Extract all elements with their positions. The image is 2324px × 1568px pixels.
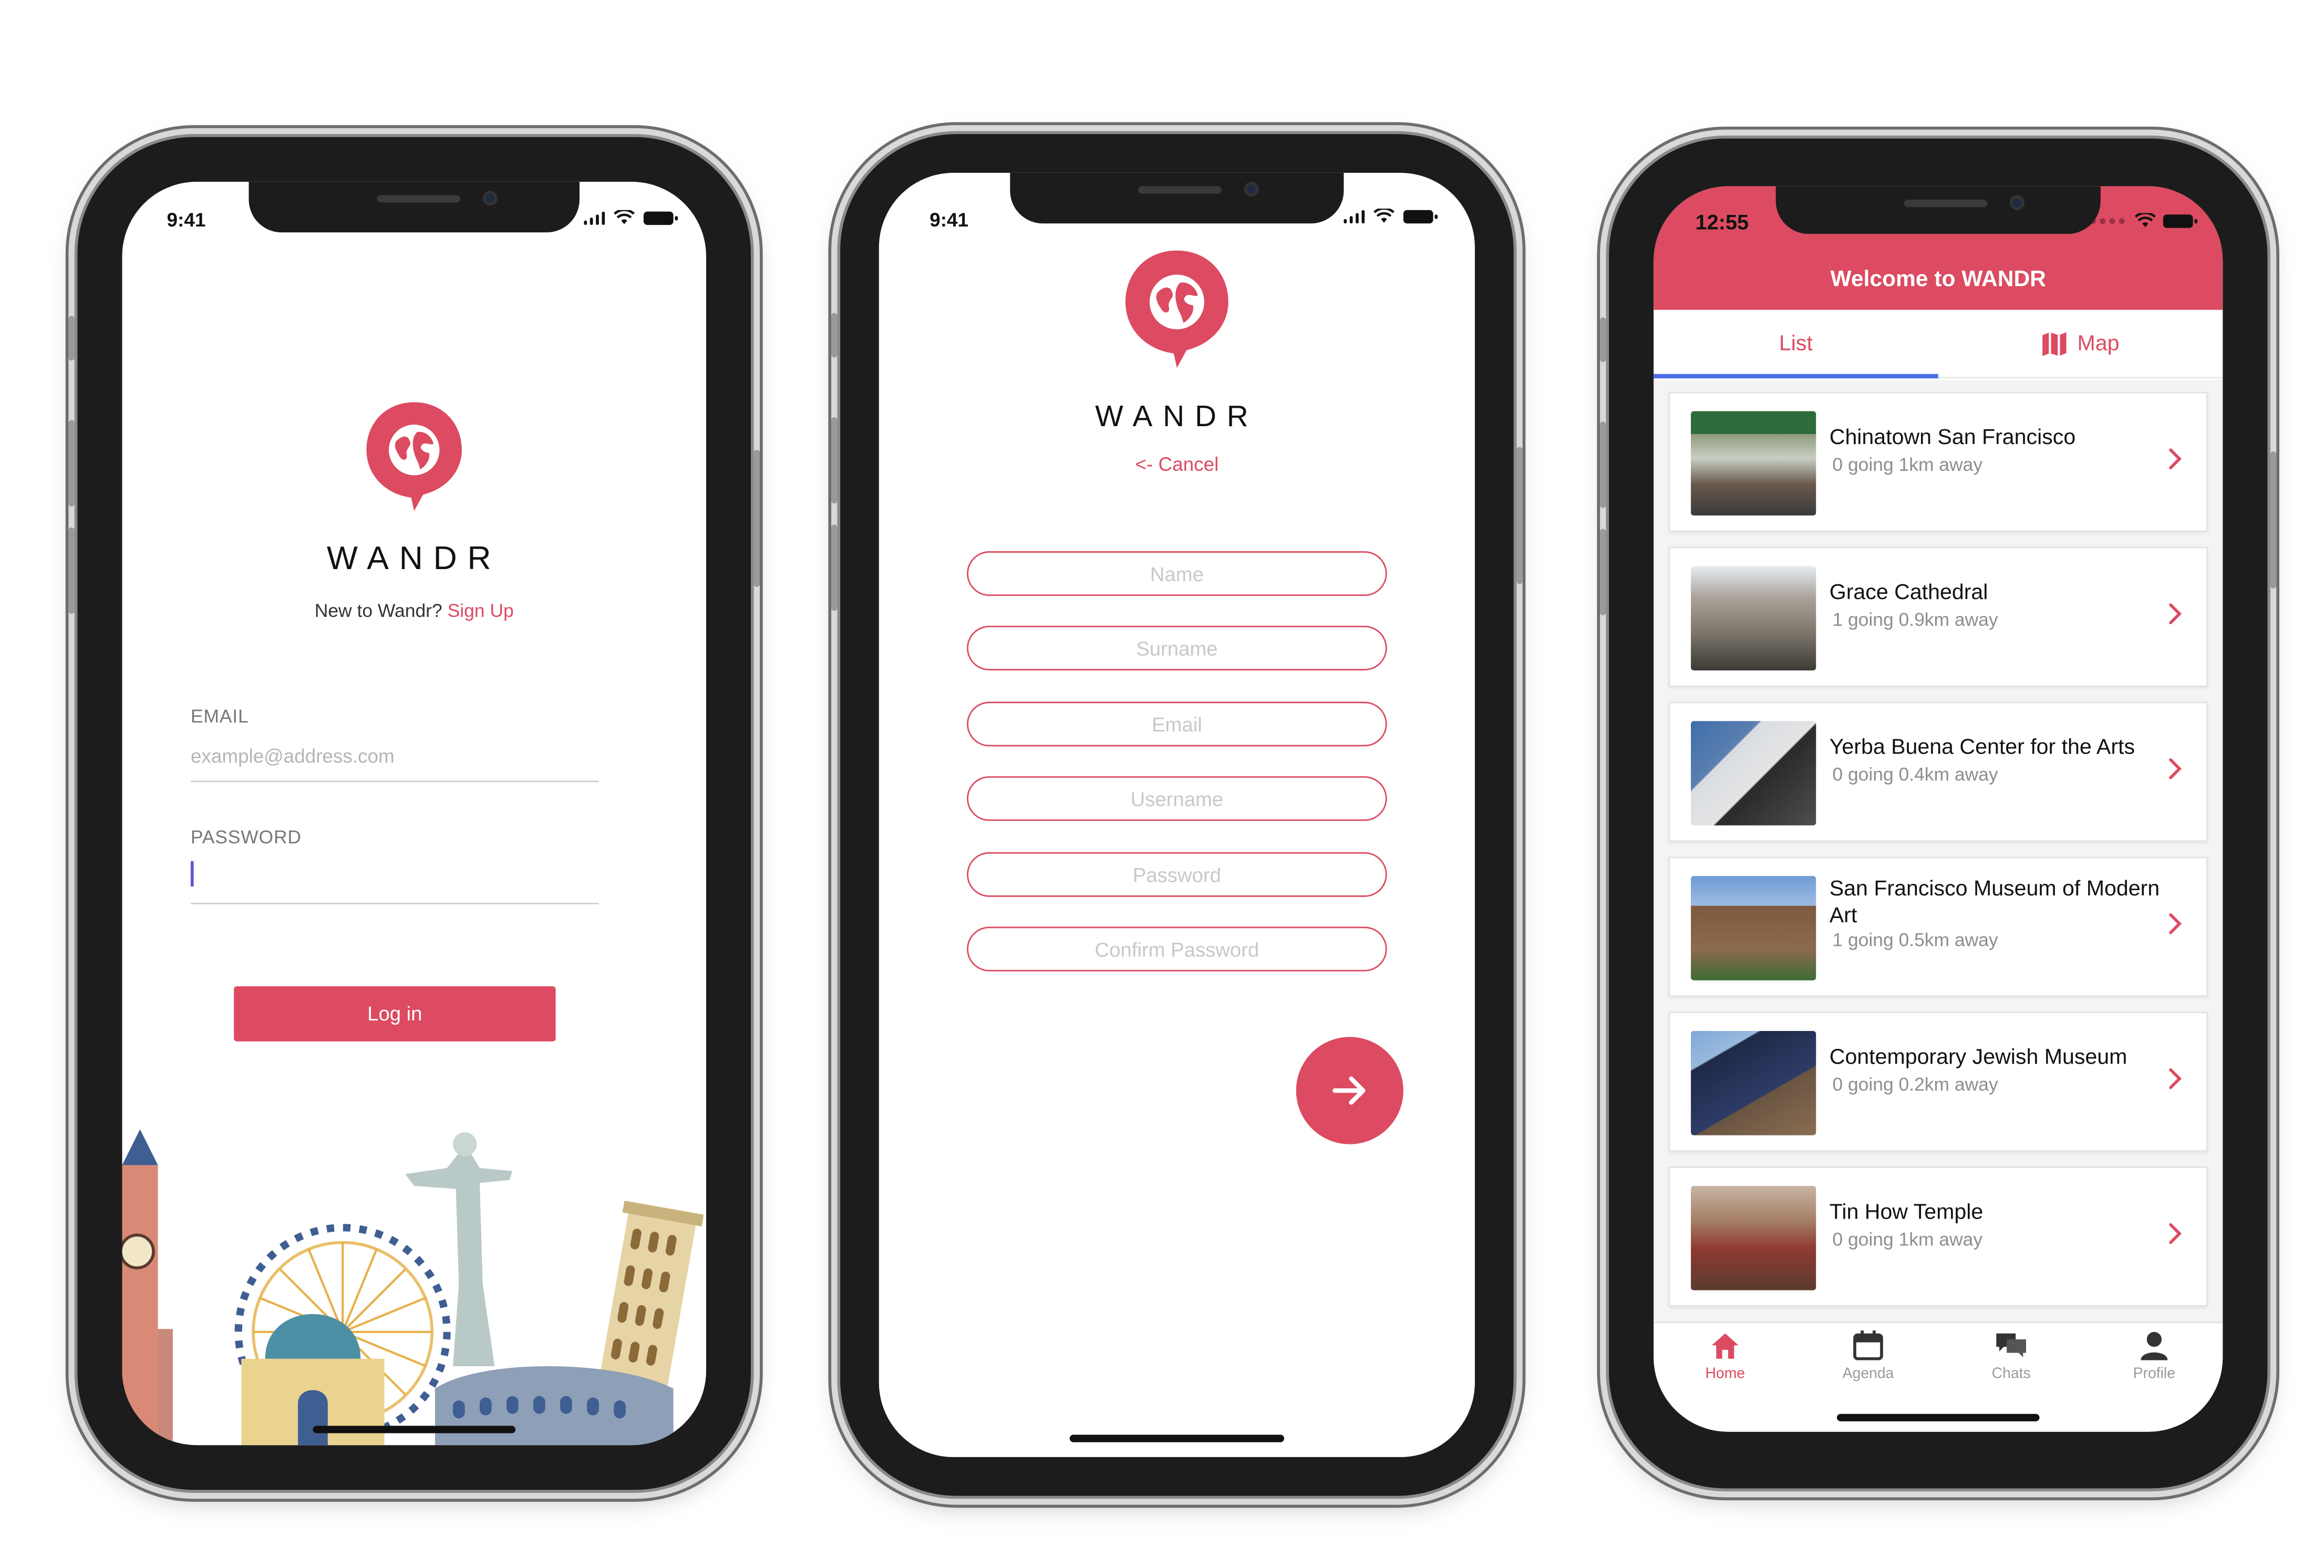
wifi-icon bbox=[1373, 208, 1395, 223]
password-field[interactable] bbox=[190, 861, 194, 887]
person-icon bbox=[2141, 1332, 2168, 1360]
chevron-right-icon bbox=[2169, 603, 2182, 624]
name-field[interactable] bbox=[967, 551, 1387, 596]
battery-icon bbox=[643, 211, 678, 225]
signal-icon bbox=[583, 210, 605, 225]
wifi-icon bbox=[614, 210, 635, 224]
calendar-icon bbox=[1853, 1330, 1883, 1360]
arrow-right-icon bbox=[1333, 1076, 1366, 1105]
home-indicator bbox=[1069, 1435, 1285, 1442]
wandr-logo-icon bbox=[1125, 250, 1228, 368]
place-name: Chinatown San Francisco bbox=[1829, 426, 2076, 450]
list-item[interactable]: Contemporary Jewish Museum 0 going 0.2km… bbox=[1668, 1012, 2208, 1152]
place-name: San Francisco Museum of Modern Art bbox=[1829, 877, 2160, 929]
active-tab-indicator bbox=[1654, 374, 1938, 379]
wifi-icon bbox=[2134, 213, 2156, 228]
tabbar-agenda[interactable]: Agenda bbox=[1796, 1330, 1939, 1383]
cancel-link[interactable]: <- Cancel bbox=[879, 453, 1475, 476]
email-underline bbox=[190, 780, 599, 782]
chevron-right-icon bbox=[2169, 1068, 2182, 1089]
signup-prompt: New to Wandr? Sign Up bbox=[122, 601, 706, 622]
place-thumbnail bbox=[1691, 1185, 1816, 1291]
mockup-stage: 9:41 WANDR New to Wandr? Sign Up EMAIL e… bbox=[0, 0, 2324, 1567]
status-time: 9:41 bbox=[167, 208, 206, 231]
password-label: PASSWORD bbox=[190, 827, 302, 848]
tab-list-label: List bbox=[1779, 332, 1813, 356]
phone-signup: 9:41 WANDR <- Cancel bbox=[831, 134, 1523, 1496]
list-item[interactable]: San Francisco Museum of Modern Art 1 goi… bbox=[1668, 857, 2208, 997]
next-button[interactable] bbox=[1296, 1037, 1403, 1144]
tab-map[interactable]: Map bbox=[1938, 310, 2223, 378]
place-name: Grace Cathedral bbox=[1829, 581, 1988, 605]
username-field[interactable] bbox=[967, 776, 1387, 821]
map-icon bbox=[2043, 332, 2067, 356]
login-button[interactable]: Log in bbox=[234, 986, 556, 1041]
app-name: WANDR bbox=[1095, 400, 1259, 434]
place-status: 0 going 0.4km away bbox=[1832, 764, 1998, 786]
list-item[interactable]: Tin How Temple 0 going 1km away bbox=[1668, 1167, 2208, 1307]
home-icon bbox=[1711, 1333, 1739, 1359]
place-name: Contemporary Jewish Museum bbox=[1829, 1046, 2127, 1070]
tab-list[interactable]: List bbox=[1654, 310, 1938, 378]
tabbar-chats[interactable]: Chats bbox=[1940, 1330, 2083, 1383]
place-status: 0 going 1km away bbox=[1832, 454, 1983, 476]
chevron-right-icon bbox=[2169, 913, 2182, 934]
place-thumbnail bbox=[1691, 566, 1816, 670]
places-list: Chinatown San Francisco 0 going 1km away… bbox=[1654, 380, 2223, 1322]
wandr-logo-icon bbox=[366, 402, 462, 511]
surname-field[interactable] bbox=[967, 625, 1387, 670]
password-field[interactable] bbox=[967, 852, 1387, 897]
password-underline bbox=[190, 903, 599, 905]
tab-map-label: Map bbox=[2077, 332, 2120, 356]
list-item[interactable]: Yerba Buena Center for the Arts 0 going … bbox=[1668, 702, 2208, 842]
signup-link[interactable]: Sign Up bbox=[448, 601, 514, 622]
tabbar-profile[interactable]: Profile bbox=[2083, 1330, 2223, 1383]
tabbar-home-label: Home bbox=[1705, 1366, 1745, 1383]
status-time: 9:41 bbox=[929, 208, 969, 231]
tabbar-home[interactable]: Home bbox=[1654, 1330, 1796, 1383]
chevron-right-icon bbox=[2169, 448, 2182, 470]
landmarks-illustration bbox=[122, 1129, 704, 1446]
view-tabs: List Map bbox=[1654, 310, 2223, 379]
screen-signup: 9:41 WANDR <- Cancel bbox=[879, 172, 1475, 1457]
place-thumbnail bbox=[1691, 876, 1816, 981]
confirm-password-field[interactable] bbox=[967, 926, 1387, 972]
chevron-right-icon bbox=[2169, 1223, 2182, 1244]
header-title: Welcome to WANDR bbox=[1830, 266, 2046, 292]
signal-icon bbox=[1343, 209, 1365, 224]
place-name: Yerba Buena Center for the Arts bbox=[1829, 736, 2135, 760]
screen-login: 9:41 WANDR New to Wandr? Sign Up EMAIL e… bbox=[122, 181, 706, 1446]
status-icons: ●●●● bbox=[2089, 213, 2198, 228]
app-name: WANDR bbox=[326, 539, 502, 577]
battery-icon bbox=[1403, 210, 1438, 224]
place-thumbnail bbox=[1691, 411, 1816, 516]
place-status: 0 going 0.2km away bbox=[1832, 1074, 1998, 1095]
email-label: EMAIL bbox=[190, 706, 249, 727]
place-name: Tin How Temple bbox=[1829, 1201, 1984, 1225]
screen-list: 12:55 ●●●● Welcome to WANDR List Map Chi… bbox=[1654, 186, 2223, 1432]
home-indicator bbox=[313, 1426, 516, 1433]
battery-icon bbox=[2163, 213, 2198, 228]
chat-icon bbox=[1996, 1333, 2027, 1357]
email-field[interactable] bbox=[967, 702, 1387, 747]
home-indicator bbox=[1836, 1414, 2040, 1421]
new-to-wandr-text: New to Wandr? bbox=[314, 600, 442, 622]
tabbar-chats-label: Chats bbox=[1991, 1366, 2031, 1383]
phone-login: 9:41 WANDR New to Wandr? Sign Up EMAIL e… bbox=[68, 137, 760, 1490]
place-status: 1 going 0.9km away bbox=[1832, 609, 1998, 631]
place-status: 0 going 1km away bbox=[1832, 1229, 1983, 1250]
tabbar-profile-label: Profile bbox=[2133, 1366, 2176, 1383]
email-field[interactable]: example@address.com bbox=[191, 745, 395, 768]
phone-list: 12:55 ●●●● Welcome to WANDR List Map Chi… bbox=[1600, 138, 2277, 1489]
list-item[interactable]: Grace Cathedral 1 going 0.9km away bbox=[1668, 546, 2208, 687]
bottom-tab-bar: Home Agenda Chats Profile bbox=[1654, 1321, 2223, 1432]
tabbar-agenda-label: Agenda bbox=[1842, 1366, 1894, 1383]
list-item[interactable]: Chinatown San Francisco 0 going 1km away bbox=[1668, 391, 2208, 532]
chevron-right-icon bbox=[2169, 758, 2182, 779]
status-time: 12:55 bbox=[1695, 210, 1749, 234]
place-status: 1 going 0.5km away bbox=[1832, 930, 1998, 951]
place-thumbnail bbox=[1691, 1031, 1816, 1136]
place-thumbnail bbox=[1691, 721, 1816, 826]
